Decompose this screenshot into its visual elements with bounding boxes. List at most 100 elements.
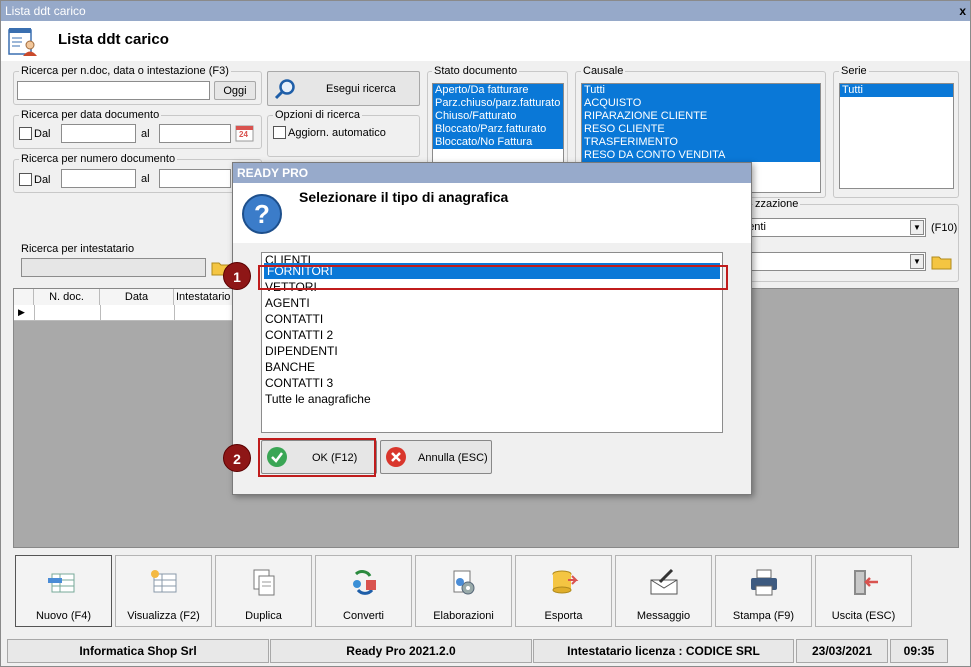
list-item[interactable]: CONTATTI [262, 311, 722, 327]
folder-icon[interactable] [931, 253, 953, 271]
close-button[interactable]: x [959, 1, 966, 21]
print-button[interactable]: Stampa (F9) [715, 555, 812, 627]
table-row[interactable]: ▶ [14, 305, 234, 321]
magnifier-icon [274, 79, 295, 100]
exit-button[interactable]: Uscita (ESC) [815, 555, 912, 627]
exit-button-label: Uscita (ESC) [831, 610, 896, 622]
list-item[interactable]: Tutti [840, 84, 953, 97]
number-from-input[interactable] [61, 169, 136, 188]
list-item[interactable]: Chiuso/Fatturato [433, 110, 563, 123]
step-marker-2: 2 [223, 444, 251, 472]
main-window: Lista ddt carico x Lista ddt carico Rice… [0, 0, 971, 667]
column-header[interactable]: Intestatario [174, 289, 234, 305]
message-button[interactable]: Messaggio [615, 555, 712, 627]
cancel-button[interactable]: Annulla (ESC) [380, 440, 492, 474]
today-button[interactable]: Oggi [214, 81, 256, 100]
status-date: 23/03/2021 [796, 639, 888, 663]
print-button-label: Stampa (F9) [732, 610, 795, 622]
duplicate-button[interactable]: Duplica [215, 555, 312, 627]
column-header[interactable]: N. doc. [34, 289, 100, 305]
calendar-icon[interactable]: 24 [235, 123, 255, 143]
options-label: Opzioni di ricerca [273, 109, 362, 121]
date-to-input[interactable] [159, 124, 231, 143]
search-number-label: Ricerca per numero documento [19, 153, 178, 165]
list-item[interactable]: DIPENDENTI [262, 343, 722, 359]
chevron-down-icon[interactable]: ▼ [910, 254, 924, 269]
search-holder-input[interactable] [21, 258, 206, 277]
printer-icon [750, 569, 777, 596]
serie-label: Serie [839, 65, 869, 77]
column-header[interactable]: Data [100, 289, 174, 305]
status-label: Stato documento [432, 65, 520, 77]
export-icon [552, 570, 578, 594]
new-button-label: Nuovo (F4) [35, 610, 92, 622]
status-license: Intestatario licenza : CODICE SRL [533, 639, 794, 663]
page-header: Lista ddt carico [1, 21, 970, 61]
list-item[interactable]: CONTATTI 3 [262, 375, 722, 391]
list-item[interactable]: BANCHE [262, 359, 722, 375]
status-version: Ready Pro 2021.2.0 [270, 639, 532, 663]
cancel-icon [386, 447, 406, 467]
list-item[interactable]: Tutte le anagrafiche [262, 391, 722, 407]
number-to-label: al [141, 173, 150, 185]
step-marker-1: 1 [223, 262, 251, 290]
search-holder-label: Ricerca per intestatario [21, 243, 135, 255]
date-from-label: Dal [34, 128, 51, 140]
auto-update-checkbox[interactable] [273, 126, 286, 139]
list-item[interactable]: CONTATTI 2 [262, 327, 722, 343]
date-from-input[interactable] [61, 124, 136, 143]
list-item[interactable]: Bloccato/No Fattura [433, 136, 563, 149]
list-item[interactable]: CLIENTI [262, 253, 722, 263]
window-title: Lista ddt carico [5, 4, 86, 18]
number-from-label: Dal [34, 174, 51, 186]
list-item[interactable]: ACQUISTO [582, 97, 820, 110]
auto-update-label: Aggiorn. automatico [288, 127, 386, 139]
search-ndoc-input[interactable] [17, 81, 210, 100]
list-item[interactable]: RIPARAZIONE CLIENTE [582, 110, 820, 123]
person-list-icon [8, 28, 37, 56]
duplicate-icon [253, 569, 274, 596]
causale-label: Causale [581, 65, 626, 77]
export-button-label: Esporta [544, 610, 583, 622]
duplicate-button-label: Duplica [245, 610, 282, 622]
convert-button-label: Converti [343, 610, 384, 622]
highlight-ok [258, 438, 376, 477]
question-icon: ? [242, 194, 282, 234]
date-from-checkbox[interactable] [19, 127, 32, 140]
number-to-input[interactable] [159, 169, 231, 188]
page-title: Lista ddt carico [58, 31, 169, 48]
view-button-label: Visualizza (F2) [127, 610, 200, 622]
status-company: Informatica Shop Srl [7, 639, 269, 663]
list-item[interactable]: Aperto/Da fatturare [433, 84, 563, 97]
list-item[interactable]: RESO CLIENTE [582, 123, 820, 136]
dialog-title: READY PRO [233, 163, 751, 183]
execute-search-button[interactable]: Esegui ricerca [267, 71, 420, 106]
date-to-label: al [141, 128, 150, 140]
chevron-down-icon[interactable]: ▼ [910, 220, 924, 235]
view-button[interactable]: Visualizza (F2) [115, 555, 212, 627]
list-item[interactable]: Tutti [582, 84, 820, 97]
export-button[interactable]: Esporta [515, 555, 612, 627]
view-label: zzazione [753, 198, 801, 210]
convert-button[interactable]: Converti [315, 555, 412, 627]
new-button[interactable]: Nuovo (F4) [15, 555, 112, 627]
row-pointer-icon: ▶ [18, 307, 25, 317]
list-item[interactable]: RESO DA CONTO VENDITA [582, 149, 820, 162]
execute-search-label: Esegui ricerca [326, 83, 396, 95]
dialog-question: Selezionare il tipo di anagrafica [299, 189, 509, 205]
processing-button-label: Elaborazioni [433, 610, 494, 622]
serie-list[interactable]: Tutti [839, 83, 954, 189]
number-from-checkbox[interactable] [19, 173, 32, 186]
list-item[interactable]: Parz.chiuso/parz.fatturato [433, 97, 563, 110]
status-bar: Informatica Shop Srl Ready Pro 2021.2.0 … [7, 639, 965, 663]
cancel-button-label: Annulla (ESC) [418, 452, 488, 464]
view-shortcut: (F10) [931, 222, 958, 234]
search-ndoc-label: Ricerca per n.doc, data o intestazione (… [19, 65, 231, 77]
list-item[interactable]: AGENTI [262, 295, 722, 311]
list-item[interactable]: Bloccato/Parz.fatturato [433, 123, 563, 136]
status-time: 09:35 [890, 639, 948, 663]
message-icon [650, 568, 677, 595]
processing-button[interactable]: Elaborazioni [415, 555, 512, 627]
list-item[interactable]: TRASFERIMENTO [582, 136, 820, 149]
message-button-label: Messaggio [636, 610, 691, 622]
